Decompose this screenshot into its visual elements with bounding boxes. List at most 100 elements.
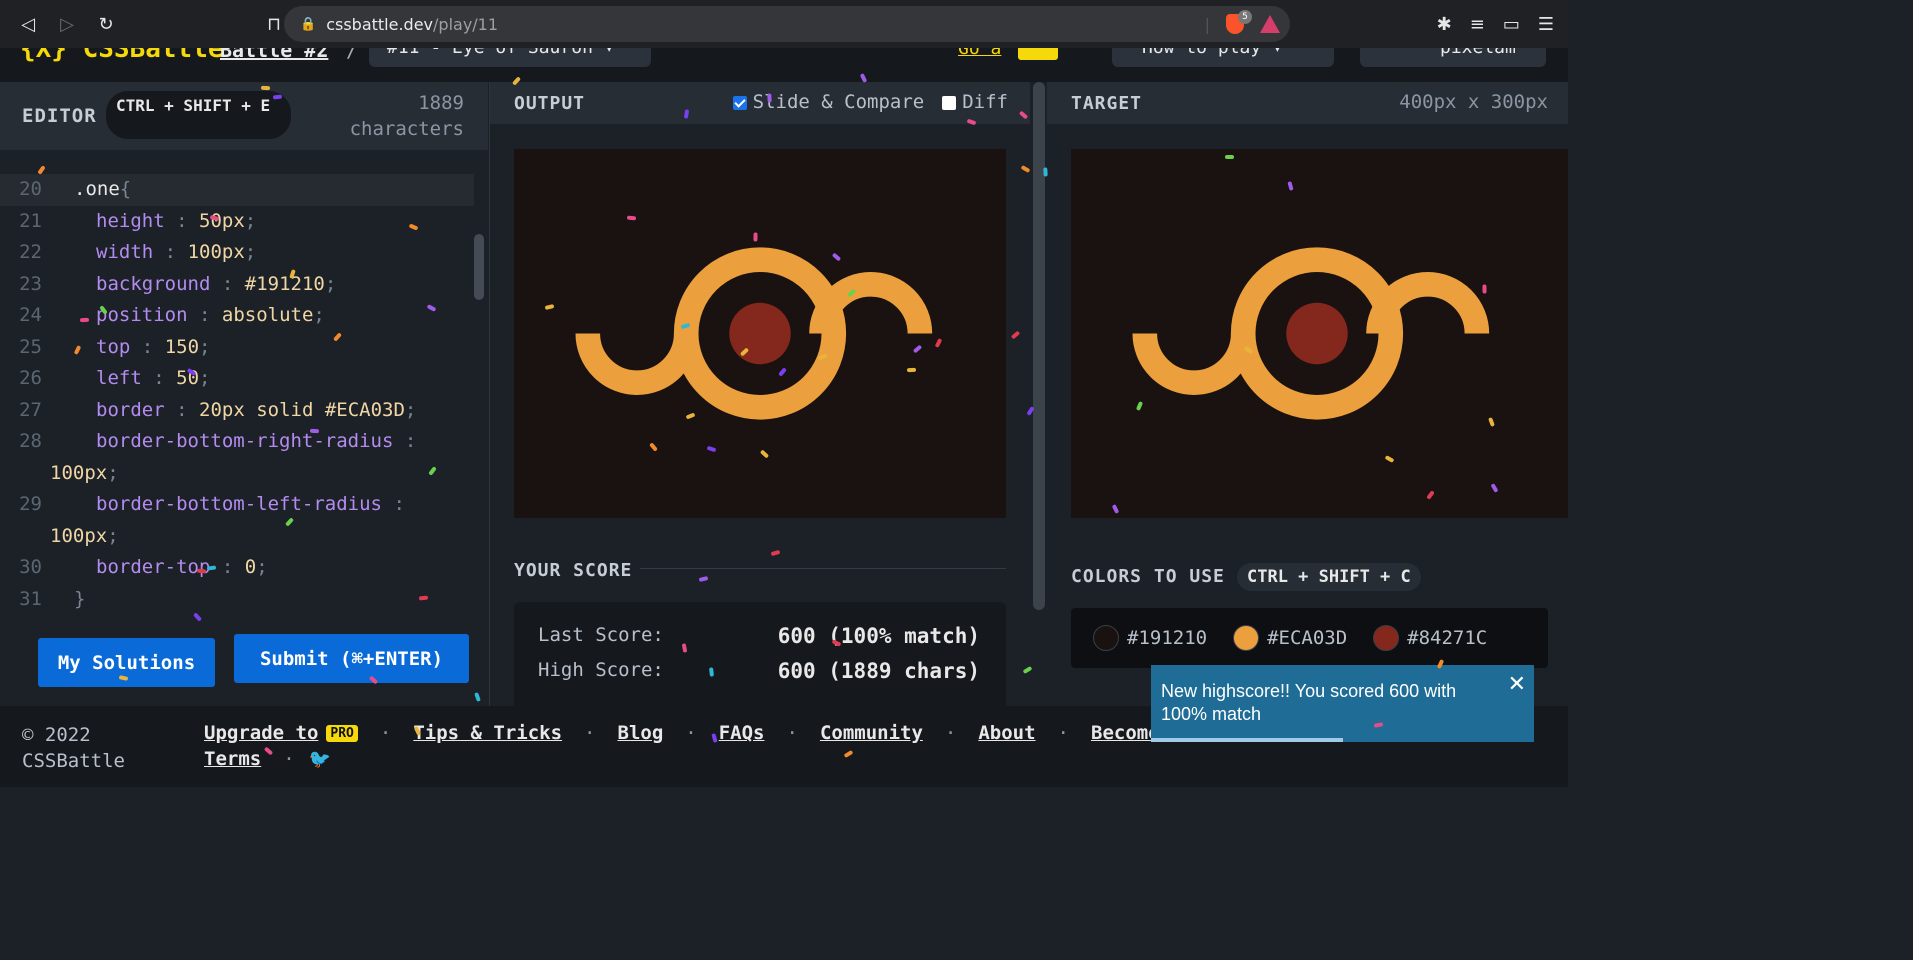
close-icon[interactable]: ✕ bbox=[1508, 673, 1526, 696]
color-swatch-item[interactable]: #191210 bbox=[1093, 625, 1207, 651]
high-score-label: High Score: bbox=[538, 659, 664, 681]
output-title: OUTPUT bbox=[514, 92, 586, 114]
bookmark-icon[interactable]: ⊓ bbox=[263, 13, 285, 35]
pro-badge-mini bbox=[1018, 48, 1058, 60]
copyright-name: CSSBattle bbox=[22, 750, 125, 772]
extensions-icon[interactable]: ✱ bbox=[1437, 14, 1452, 35]
address-bar[interactable]: 🔒 cssbattle.dev/play/11 | 5 bbox=[284, 6, 1290, 42]
confetti-piece bbox=[79, 317, 90, 323]
brave-rewards-icon[interactable] bbox=[1260, 15, 1280, 33]
line-content[interactable]: border-bottom-left-radius : bbox=[46, 489, 488, 521]
code-line[interactable]: 24 position : absolute; bbox=[0, 300, 488, 332]
target-selector[interactable]: #11 - Eye of Sauron ▾ bbox=[369, 48, 651, 67]
separator-dot: · bbox=[584, 722, 596, 744]
line-content[interactable]: border : 20px solid #ECA03D; bbox=[46, 395, 488, 427]
color-hex: #191210 bbox=[1127, 627, 1208, 649]
editor-scrollbar[interactable] bbox=[474, 234, 484, 300]
footer-link-terms[interactable]: Terms bbox=[204, 748, 261, 770]
code-line[interactable]: 28 border-bottom-right-radius : bbox=[0, 426, 488, 458]
wallet-icon[interactable]: ▭ bbox=[1503, 14, 1520, 35]
color-swatch[interactable] bbox=[1373, 625, 1400, 651]
line-content[interactable]: border-top : 0; bbox=[46, 552, 488, 584]
slide-compare-toggle[interactable]: Slide & Compare bbox=[732, 91, 924, 113]
menu-icon[interactable]: ☰ bbox=[1538, 14, 1554, 35]
target-canvas[interactable] bbox=[1071, 149, 1568, 518]
code-line[interactable]: 26 left : 50; bbox=[0, 363, 488, 395]
line-number: 29 bbox=[19, 493, 42, 515]
code-line-wrap[interactable]: 100px; bbox=[0, 458, 488, 490]
separator-dot: · bbox=[786, 722, 798, 744]
confetti-piece bbox=[1482, 284, 1487, 294]
scroll-thumb[interactable] bbox=[1033, 82, 1045, 610]
output-pane: OUTPUT Slide & Compare Diff YOUR SCORE L… bbox=[489, 82, 1030, 712]
submit-button[interactable]: Submit (⌘+ENTER) bbox=[234, 634, 469, 683]
reload-icon[interactable]: ↻ bbox=[95, 13, 117, 35]
confetti-piece bbox=[309, 428, 320, 434]
footer-link-about[interactable]: About bbox=[978, 722, 1035, 744]
line-number: 23 bbox=[19, 272, 42, 295]
code-editor[interactable]: 20 .one{21 height : 50px; 22 width : 100px; 2… bbox=[0, 174, 488, 615]
footer-link-blog[interactable]: Blog bbox=[618, 722, 664, 744]
go-pro-link[interactable]: Go a bbox=[958, 48, 1001, 59]
footer-link-become[interactable]: Become bbox=[1091, 722, 1160, 744]
line-content[interactable]: 100px; bbox=[0, 458, 488, 490]
color-swatch-item[interactable]: #ECA03D bbox=[1233, 625, 1347, 651]
line-content[interactable]: border-bottom-right-radius : bbox=[46, 426, 488, 458]
line-content[interactable]: height : 50px; bbox=[46, 206, 488, 238]
code-line[interactable]: 22 width : 100px; bbox=[0, 237, 488, 269]
code-line[interactable]: 25 top : 150; bbox=[0, 332, 488, 364]
footer-link-upgrade[interactable]: Upgrade to bbox=[204, 722, 318, 744]
code-line[interactable]: 27 border : 20px solid #ECA03D; bbox=[0, 395, 488, 427]
line-number: 22 bbox=[19, 241, 42, 263]
code-line[interactable]: 31} bbox=[0, 584, 488, 616]
highscore-toast: New highscore!! You scored 600 with 100%… bbox=[1151, 665, 1534, 742]
footer-link-faqs[interactable]: FAQs bbox=[719, 722, 765, 744]
footer-link-community[interactable]: Community bbox=[820, 722, 923, 744]
line-content[interactable]: background : #191210; bbox=[46, 269, 488, 301]
playlist-icon[interactable]: ≡ bbox=[1470, 14, 1485, 35]
last-score-label: Last Score: bbox=[538, 624, 664, 646]
line-content[interactable]: 100px; bbox=[0, 521, 488, 553]
line-content[interactable]: top : 150; bbox=[46, 332, 488, 364]
cssbattle-logo[interactable]: {X} CSSBattle bbox=[20, 48, 224, 64]
output-canvas[interactable] bbox=[514, 149, 1006, 518]
twitter-icon[interactable]: 🐦 bbox=[309, 749, 331, 770]
toast-progress bbox=[1151, 738, 1343, 742]
line-content[interactable]: left : 50; bbox=[46, 363, 488, 395]
colors-shortcut: CTRL + SHIFT + C bbox=[1237, 563, 1421, 591]
code-line[interactable]: 23 background : #191210; bbox=[0, 269, 488, 301]
forward-icon[interactable]: ▷ bbox=[56, 13, 78, 35]
user-menu[interactable]: pixelam bbox=[1360, 48, 1546, 67]
slide-compare-checkbox[interactable] bbox=[732, 95, 747, 110]
code-line-wrap[interactable]: 100px; bbox=[0, 521, 488, 553]
color-hex: #ECA03D bbox=[1267, 627, 1348, 649]
breadcrumb-battle[interactable]: Battle #2 bbox=[220, 48, 328, 62]
high-score-row: High Score: 600 (1889 chars) bbox=[538, 659, 980, 683]
diff-checkbox[interactable] bbox=[942, 95, 957, 110]
code-line[interactable]: 30 border-top : 0; bbox=[0, 552, 488, 584]
color-swatch[interactable] bbox=[1233, 625, 1260, 651]
code-line[interactable]: 29 border-bottom-left-radius : bbox=[0, 489, 488, 521]
line-content[interactable]: .one{ bbox=[46, 174, 474, 206]
score-box: Last Score: 600 (100% match) High Score:… bbox=[514, 602, 1006, 712]
line-number: 24 bbox=[19, 304, 42, 326]
output-render bbox=[514, 149, 1006, 518]
code-line[interactable]: 21 height : 50px; bbox=[0, 206, 488, 238]
brave-shield-icon[interactable]: 5 bbox=[1226, 10, 1252, 34]
diff-toggle[interactable]: Diff bbox=[942, 91, 1008, 113]
line-number: 31 bbox=[19, 587, 42, 610]
breadcrumb-separator: / bbox=[346, 48, 359, 62]
color-swatch[interactable] bbox=[1093, 625, 1119, 651]
toast-message: New highscore!! You scored 600 with 100%… bbox=[1161, 681, 1457, 724]
how-to-play-button[interactable]: How to play ▾ bbox=[1112, 48, 1334, 67]
line-content[interactable]: position : absolute; bbox=[46, 300, 488, 332]
back-icon[interactable]: ◁ bbox=[17, 13, 39, 35]
line-content[interactable]: width : 100px; bbox=[46, 237, 488, 269]
confetti-piece bbox=[709, 667, 714, 677]
copyright: © 2022 CSSBattle bbox=[22, 722, 125, 774]
footer-link-tips[interactable]: Tips & Tricks bbox=[413, 722, 562, 744]
code-line[interactable]: 20 .one{ bbox=[0, 174, 474, 206]
color-swatch-item[interactable]: #84271C bbox=[1373, 625, 1487, 651]
editor-shortcut: CTRL + SHIFT + E bbox=[106, 91, 291, 139]
line-number: 26 bbox=[19, 367, 42, 389]
